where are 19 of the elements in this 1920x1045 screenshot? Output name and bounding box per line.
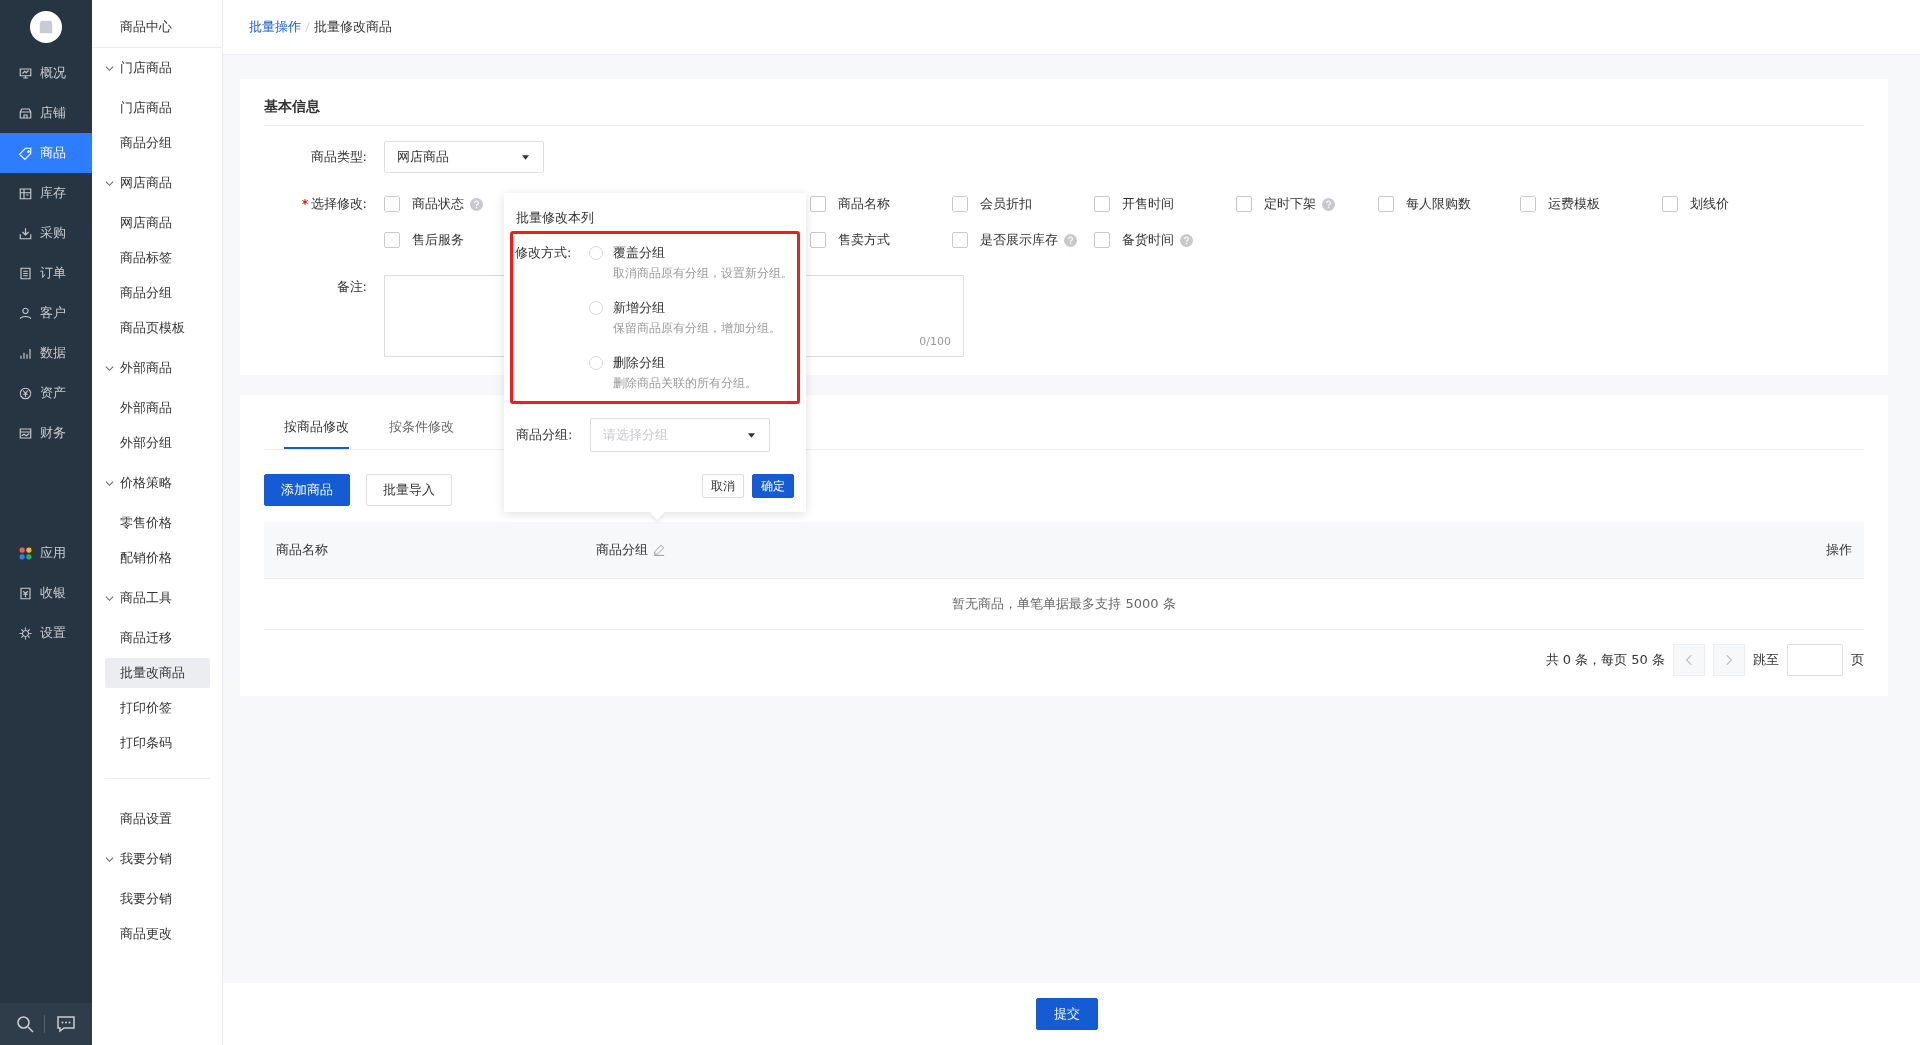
- column-header: 商品分组: [596, 541, 648, 559]
- field-label: 商品分组:: [516, 426, 574, 444]
- column-header: 商品名称: [276, 541, 328, 559]
- option-hint: 删除商品关联的所有分组。: [612, 376, 758, 391]
- field-label: 修改方式:: [515, 244, 573, 262]
- field-label-text: 选择修改:: [310, 195, 367, 213]
- field-label: 备注:: [335, 278, 368, 296]
- empty-message: 暂无商品，单笔单据最多支持 5000 条: [952, 595, 1176, 613]
- column-header: 操作: [1826, 541, 1852, 559]
- option-hint: 保留商品原有分组，增加分组。: [612, 321, 782, 336]
- option-hint: 取消商品原有分组，设置新分组。: [612, 266, 793, 281]
- jump-label: 跳至: [1753, 651, 1779, 669]
- pagination-summary: 共 0 条，每页 50 条: [1545, 651, 1665, 669]
- page-unit: 页: [1851, 651, 1864, 669]
- field-label: 商品类型:: [309, 148, 368, 166]
- section-title: 基本信息: [264, 87, 1864, 126]
- popover-title: 批量修改本列: [515, 209, 595, 227]
- character-counter: 0/100: [919, 335, 951, 348]
- breadcrumb-current: 批量修改商品: [314, 18, 392, 36]
